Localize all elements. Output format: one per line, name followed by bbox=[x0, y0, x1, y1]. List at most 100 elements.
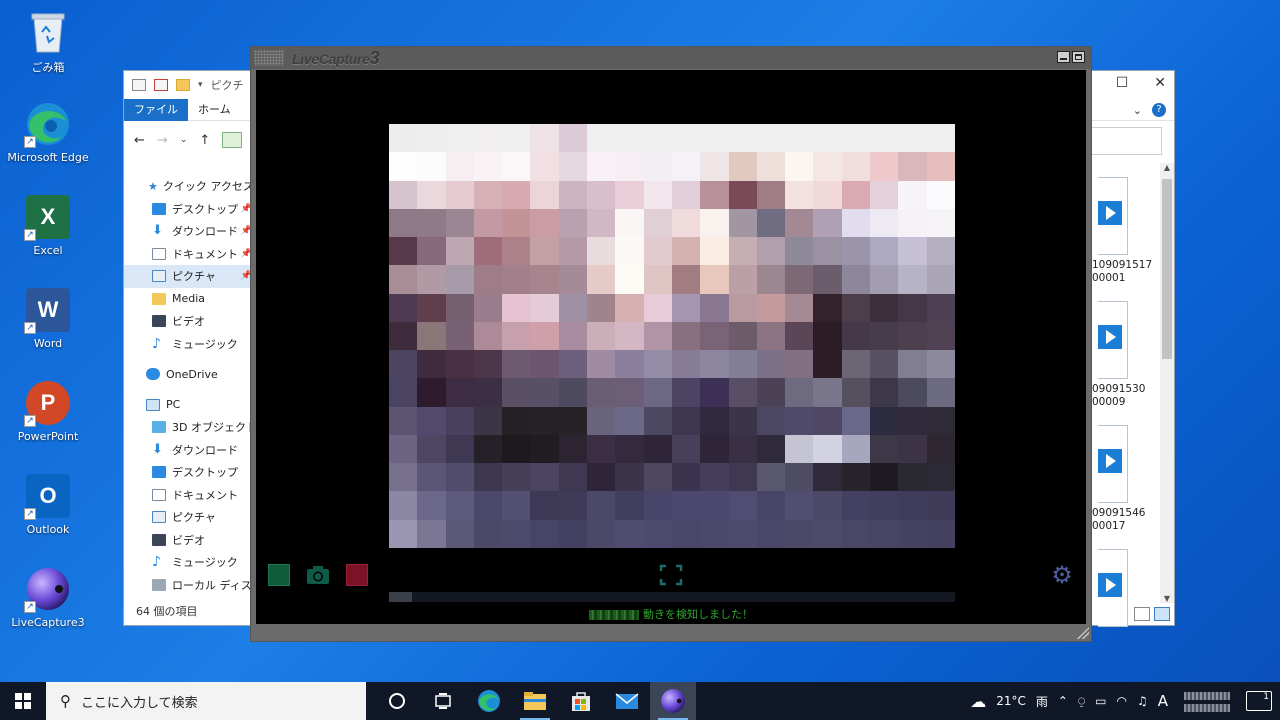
start-button[interactable] bbox=[0, 682, 46, 720]
nav-onedrive[interactable]: OneDrive bbox=[124, 363, 252, 386]
clock-blurred[interactable] bbox=[1178, 686, 1236, 716]
nav-desktop[interactable]: デスクトップ 📌 bbox=[124, 198, 252, 221]
expand-ribbon-icon[interactable]: ⌄ bbox=[1133, 104, 1142, 117]
people-icon[interactable]: ⍜ bbox=[1078, 694, 1085, 709]
nav-label: デスクトップ bbox=[172, 466, 238, 480]
nav-3d-objects[interactable]: 3D オブジェクト bbox=[124, 416, 252, 439]
nav-label: ピクチャ bbox=[172, 270, 216, 284]
location-folder-icon[interactable] bbox=[222, 132, 243, 148]
file-item[interactable]: 09091530 00009 bbox=[1092, 295, 1162, 419]
resize-grip-icon[interactable] bbox=[1077, 627, 1089, 639]
nav-pictures[interactable]: ピクチャ 📌 bbox=[124, 265, 252, 288]
record-button[interactable] bbox=[268, 564, 290, 586]
battery-icon[interactable]: ▭ bbox=[1095, 694, 1106, 708]
nav-videos[interactable]: ビデオ bbox=[124, 310, 252, 333]
chevron-up-icon[interactable]: ⌃ bbox=[1058, 694, 1068, 708]
nav-pc-documents[interactable]: ドキュメント bbox=[124, 484, 252, 507]
scroll-up-icon[interactable]: ▲ bbox=[1160, 163, 1174, 172]
task-view-button[interactable] bbox=[420, 682, 466, 720]
desktop-icon-label: Word bbox=[33, 337, 63, 350]
weather-cloud-rain-icon[interactable]: ☁ bbox=[970, 692, 986, 711]
nav-pc-desktop[interactable]: デスクトップ bbox=[124, 461, 252, 484]
nav-media[interactable]: Media bbox=[124, 288, 252, 311]
nav-music[interactable]: ♪ ミュージック bbox=[124, 333, 252, 356]
livecapture-viewport: ⚙ 動きを検知しました！ bbox=[256, 70, 1086, 624]
wifi-icon[interactable]: ◠ bbox=[1116, 694, 1126, 708]
nav-quick-access[interactable]: ★ クイック アクセス bbox=[124, 175, 252, 198]
desktop-icon-word[interactable]: W ↗ Word bbox=[4, 286, 92, 350]
ime-mode-indicator[interactable]: A bbox=[1158, 692, 1168, 710]
livecapture-title-bar[interactable]: LiveCapture3 bbox=[251, 47, 1091, 69]
back-arrow-icon[interactable]: ← bbox=[134, 133, 145, 148]
cortana-button[interactable] bbox=[374, 682, 420, 720]
download-arrow-icon: ⬇ bbox=[152, 223, 163, 239]
close-icon[interactable]: ✕ bbox=[1154, 75, 1166, 91]
file-item[interactable]: 109091517 00001 bbox=[1092, 171, 1162, 295]
nav-downloads[interactable]: ⬇ ダウンロード 📌 bbox=[124, 220, 252, 243]
desktop-icon-label: Outlook bbox=[26, 523, 70, 536]
desktop-icon-label: PowerPoint bbox=[17, 430, 79, 443]
weather-temperature[interactable]: 21°C bbox=[996, 694, 1026, 708]
taskbar-store[interactable] bbox=[558, 682, 604, 720]
desktop-icon-powerpoint[interactable]: P ↗ PowerPoint bbox=[4, 379, 92, 443]
livecapture-window[interactable]: LiveCapture3 ⚙ 動きを検知しました！ bbox=[250, 46, 1092, 642]
large-icons-view-icon[interactable] bbox=[1154, 607, 1170, 621]
desktop-icon-outlook[interactable]: O ↗ Outlook bbox=[4, 472, 92, 536]
maximize-icon[interactable]: ☐ bbox=[1116, 75, 1129, 91]
taskbar-livecapture[interactable] bbox=[650, 682, 696, 720]
tab-home[interactable]: ホーム bbox=[188, 99, 241, 121]
fullscreen-button[interactable] bbox=[659, 564, 683, 586]
notification-center-icon[interactable]: 1 bbox=[1246, 691, 1272, 711]
volume-icon[interactable]: ♫ bbox=[1137, 694, 1148, 708]
file-item[interactable] bbox=[1092, 543, 1162, 627]
taskbar-file-explorer[interactable] bbox=[512, 682, 558, 720]
nav-documents[interactable]: ドキュメント 📌 bbox=[124, 243, 252, 266]
up-arrow-icon[interactable]: ↑ bbox=[199, 133, 210, 148]
nav-pc-music[interactable]: ♪ ミュージック bbox=[124, 551, 252, 574]
file-name: 09091546 00017 bbox=[1092, 507, 1146, 532]
properties-icon[interactable] bbox=[154, 79, 168, 91]
snapshot-camera-button[interactable] bbox=[306, 564, 329, 586]
nav-pc-videos[interactable]: ビデオ bbox=[124, 529, 252, 552]
minimize-icon[interactable] bbox=[1057, 51, 1070, 63]
nav-label: OneDrive bbox=[166, 367, 218, 381]
stop-button[interactable] bbox=[346, 564, 368, 586]
explorer-nav-pane: ★ クイック アクセス デスクトップ 📌 ⬇ ダウンロード 📌 ドキュメント 📌… bbox=[124, 175, 252, 596]
notification-count: 1 bbox=[1263, 692, 1269, 702]
file-item[interactable]: 09091546 00017 bbox=[1092, 419, 1162, 543]
taskbar-mail[interactable] bbox=[604, 682, 650, 720]
explorer-scrollbar[interactable]: ▲ ▼ bbox=[1160, 163, 1174, 603]
explorer-status-count: 64 個の項目 bbox=[136, 605, 198, 618]
customize-quick-access-icon[interactable]: ▾ bbox=[198, 80, 203, 90]
tab-file[interactable]: ファイル bbox=[124, 98, 188, 121]
desktop-icon-livecapture[interactable]: ↗ LiveCapture3 bbox=[4, 565, 92, 629]
recent-chevron-icon[interactable]: ⌄ bbox=[180, 135, 188, 145]
download-arrow-icon: ⬇ bbox=[152, 441, 163, 457]
taskbar-search[interactable]: ⚲ ここに入力して検索 bbox=[46, 682, 366, 720]
desktop-icon-recycle-bin[interactable]: ごみ箱 bbox=[4, 8, 92, 75]
nav-label: ドキュメント bbox=[172, 488, 238, 502]
scroll-down-icon[interactable]: ▼ bbox=[1160, 594, 1174, 603]
new-folder-icon[interactable] bbox=[176, 79, 190, 91]
pictures-icon bbox=[152, 270, 166, 283]
taskbar-edge[interactable] bbox=[466, 682, 512, 720]
desktop-icon-edge[interactable]: ↗ Microsoft Edge bbox=[4, 100, 92, 164]
drag-grip-icon[interactable] bbox=[254, 50, 284, 66]
edge-icon bbox=[478, 690, 500, 712]
livecapture-status: 動きを検知しました！ bbox=[256, 606, 1086, 622]
desktop-icon-excel[interactable]: X ↗ Excel bbox=[4, 193, 92, 257]
window-menu-icon[interactable] bbox=[132, 79, 146, 91]
nav-pc-pictures[interactable]: ピクチャ bbox=[124, 506, 252, 529]
help-icon[interactable]: ? bbox=[1152, 103, 1166, 117]
nav-pc[interactable]: PC bbox=[124, 394, 252, 417]
store-bag-icon bbox=[572, 692, 590, 711]
details-view-icon[interactable] bbox=[1134, 607, 1150, 621]
nav-pc-downloads[interactable]: ⬇ ダウンロード bbox=[124, 439, 252, 462]
maximize-icon[interactable] bbox=[1072, 51, 1085, 63]
settings-gear-icon[interactable]: ⚙ bbox=[1051, 563, 1073, 587]
nav-label: ドキュメント bbox=[172, 247, 238, 261]
weather-condition[interactable]: 雨 bbox=[1036, 693, 1048, 710]
scrollbar-thumb[interactable] bbox=[1162, 179, 1172, 359]
forward-arrow-icon[interactable]: → bbox=[157, 133, 168, 148]
nav-local-disk[interactable]: ローカル ディスク (C bbox=[124, 574, 252, 597]
